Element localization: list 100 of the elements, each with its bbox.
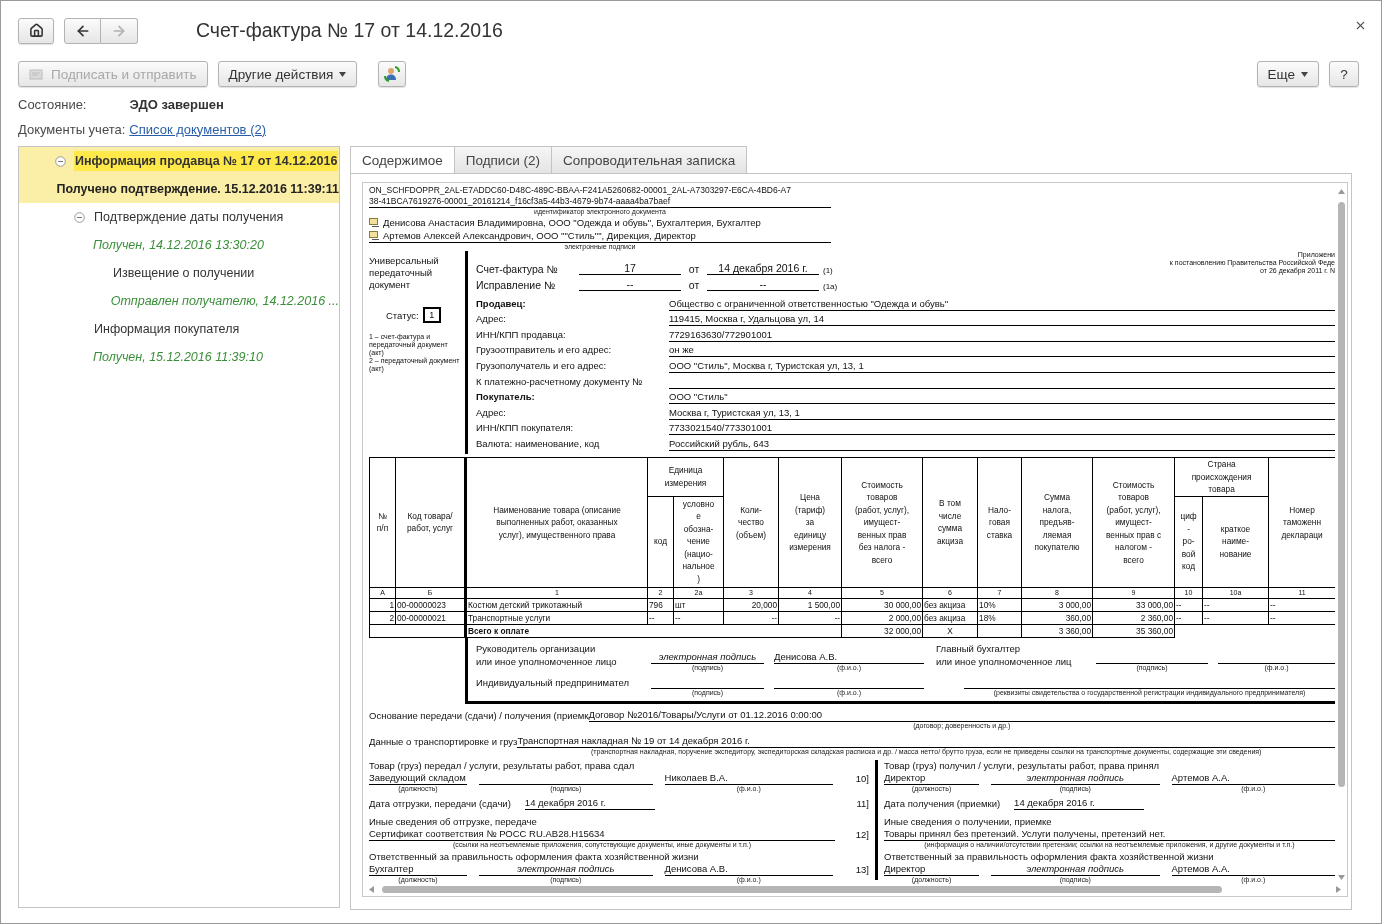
tab[interactable]: Содержимое	[350, 146, 455, 174]
back-button[interactable]	[64, 17, 101, 44]
column-header: Стоимость товаров (работ, услуг), имущест- венных прав с налогом - всего	[1092, 457, 1175, 587]
table-cell: 796	[647, 598, 674, 611]
column-header: циф - ро- вой код	[1174, 496, 1203, 587]
table-cell: Х	[922, 624, 978, 637]
tree-item[interactable]: Информация продавца № 17 от 14.12.2016 Получено подтверждение. 15.12.2016 11:39:11	[19, 147, 339, 203]
field-value: Договор №2016/Товары/Услуги от 01.12.2016 0:00:00	[588, 708, 1335, 722]
refresh-button[interactable]	[378, 61, 407, 87]
user-sync-icon	[383, 65, 402, 83]
table-cell: --	[1174, 598, 1203, 611]
status-value: 1	[422, 307, 441, 323]
caret-icon	[1301, 71, 1308, 77]
table-cell: 360,00	[1021, 611, 1093, 624]
field-value: Общество с ограниченной ответственностью "Одежда и обувь"	[669, 297, 1335, 311]
item-title: Подтверждение даты получения	[93, 209, 285, 226]
field-label: Грузоотправитель и его адрес:	[476, 344, 613, 358]
actions-menu-button[interactable]: Другие действия	[217, 61, 358, 87]
section-heading: Ответственный за правильность оформления факта хозяйственной жизни	[369, 850, 700, 863]
table-cell: 2 360,00	[1092, 611, 1175, 624]
name-text: Денисова А.В.	[664, 862, 833, 876]
column-header: № п/п	[369, 457, 396, 587]
scroll-down-icon	[1337, 874, 1345, 880]
table-cell: Костюм детский трикотажный	[465, 598, 648, 611]
field-value: 119415, Москва г, Удальцова ул, 14	[669, 313, 1335, 327]
collapse-icon[interactable]	[74, 211, 85, 223]
table-cell: 2 000,00	[841, 611, 923, 624]
line-number: 11]	[855, 796, 869, 810]
column-header: Наименование товара (описание выполненных работ, оказанных услуг), имущественного права	[465, 457, 648, 587]
tree-item[interactable]: Информация покупателя Получен, 15.12.2016 11:39:10	[19, 315, 339, 371]
field-label: Индивидуальный предпринимател	[476, 675, 630, 689]
column-header: В том числе сумма акциза	[922, 457, 978, 587]
field-label: Дата получения (приемки)	[884, 796, 1001, 810]
state-label: Состояние:	[18, 96, 87, 112]
more-menu-button[interactable]: Еще	[1256, 61, 1319, 87]
signature-line: Денисова Анастасия Владимировна, ООО "Одежда и обувь", Бухгалтерия, Бухгалтер	[383, 216, 761, 229]
identifier-text: ON_SCHFDOPPR_2AL-E7ADDC60-D48C-489C-BBAA-F241A5260682-00001_2AL-A7303297-E6CA-4BD6-A7	[369, 185, 792, 196]
item-status: Получен, 14.12.2016 13:30:20	[93, 238, 264, 252]
home-icon	[28, 23, 44, 38]
table-cell: 3 360,00	[1021, 624, 1093, 637]
field-label: Адрес:	[476, 406, 507, 420]
close-button[interactable]	[1354, 19, 1367, 32]
help-button[interactable]: ?	[1329, 61, 1359, 87]
table-cell: 35 360,00	[1092, 624, 1175, 637]
column-header: Номер таможенн деклараци	[1268, 457, 1335, 587]
column-header: Цена (тариф) за единицу измерения	[778, 457, 842, 587]
scroll-left-icon	[369, 886, 374, 893]
table-cell: --	[1174, 611, 1203, 624]
signature-text: электронная подпись	[991, 862, 1160, 876]
field-value: Товары принял без претензий. Услуги получены, претензий нет.	[884, 827, 1335, 841]
signature-text: электронная подпись	[651, 650, 764, 664]
field-label: Руководитель организации или иное уполномоченное лицо	[476, 641, 618, 668]
caret-icon	[339, 71, 347, 77]
documents-link[interactable]: Список документов (2)	[129, 121, 267, 137]
home-button[interactable]	[18, 17, 54, 44]
field-label: Покупатель:	[476, 391, 536, 405]
tab[interactable]: Сопроводительная записка	[551, 146, 748, 174]
tree-item[interactable]: Извещение о получении Отправлен получателю, 14.12.2016 ...	[19, 259, 339, 315]
item-status: Получено подтверждение. 15.12.2016 11:39:11	[56, 182, 339, 196]
field-label: Грузополучатель и его адрес:	[476, 359, 608, 373]
line-number: 12]	[854, 827, 869, 841]
section-heading: Иные сведения об отгрузке, передаче	[369, 815, 538, 828]
table-cell: 1	[369, 598, 396, 611]
reference-mark: (1)	[823, 266, 833, 275]
column-header: Сумма налога, предъяв- ляемая покупателю	[1021, 457, 1093, 587]
section-heading: Ответственный за правильность оформления факта хозяйственной жизни	[884, 850, 1215, 863]
signature-icon	[369, 218, 380, 227]
window-title: Счет-фактура № 17 от 14.12.2016	[196, 19, 503, 42]
document-icon	[29, 67, 45, 81]
collapse-icon[interactable]	[55, 155, 66, 167]
field-value: 7729163630/772901001	[669, 328, 1335, 342]
field-value: 7733021540/773301001	[669, 422, 1335, 436]
field-label: Дата отгрузки, передачи (сдачи)	[369, 796, 511, 810]
tab[interactable]: Подписи (2)	[454, 146, 552, 174]
table-cell: 10%	[977, 598, 1022, 611]
table-cell: 2	[369, 611, 396, 624]
field-value: Российский рубль, 643	[669, 437, 1335, 451]
name-text: Артемов А.А.	[1171, 862, 1335, 876]
item-title: Извещение о получении	[112, 265, 256, 282]
section-heading: Товар (груз) передал / услуги, результаты работ, права сдал	[369, 759, 636, 772]
column-header: Нало- говая ставка	[977, 457, 1022, 587]
column-header: Код товара/ работ, услуг	[395, 457, 466, 587]
field-value: ООО "Стиль", Москва г, Туристская ул, 13, 1	[669, 359, 1335, 373]
table-cell: --	[723, 611, 779, 624]
table-cell: Транспортные услуги	[465, 611, 648, 624]
document-type: Универсальный передаточный документ	[369, 255, 440, 291]
table-cell: --	[1202, 598, 1269, 611]
field-value: --	[579, 278, 681, 291]
field-label: от	[687, 279, 701, 291]
field-value: он же	[669, 344, 1335, 358]
table-cell: без акциза	[922, 611, 978, 624]
line-number: 13]	[854, 862, 869, 876]
table-cell: --	[778, 611, 842, 624]
field-value: ООО "Стиль"	[669, 391, 1335, 405]
state-value: ЭДО завершен	[129, 96, 224, 112]
field-value: Москва г, Туристская ул, 13, 1	[669, 406, 1335, 420]
field-label: Основание передачи (сдачи) / получения (приемк	[369, 708, 589, 722]
status-label: Статус:	[386, 309, 419, 321]
field-label: К платежно-расчетному документу №	[476, 375, 644, 389]
tree-item[interactable]: Подтверждение даты получения Получен, 14.12.2016 13:30:20	[19, 203, 339, 259]
